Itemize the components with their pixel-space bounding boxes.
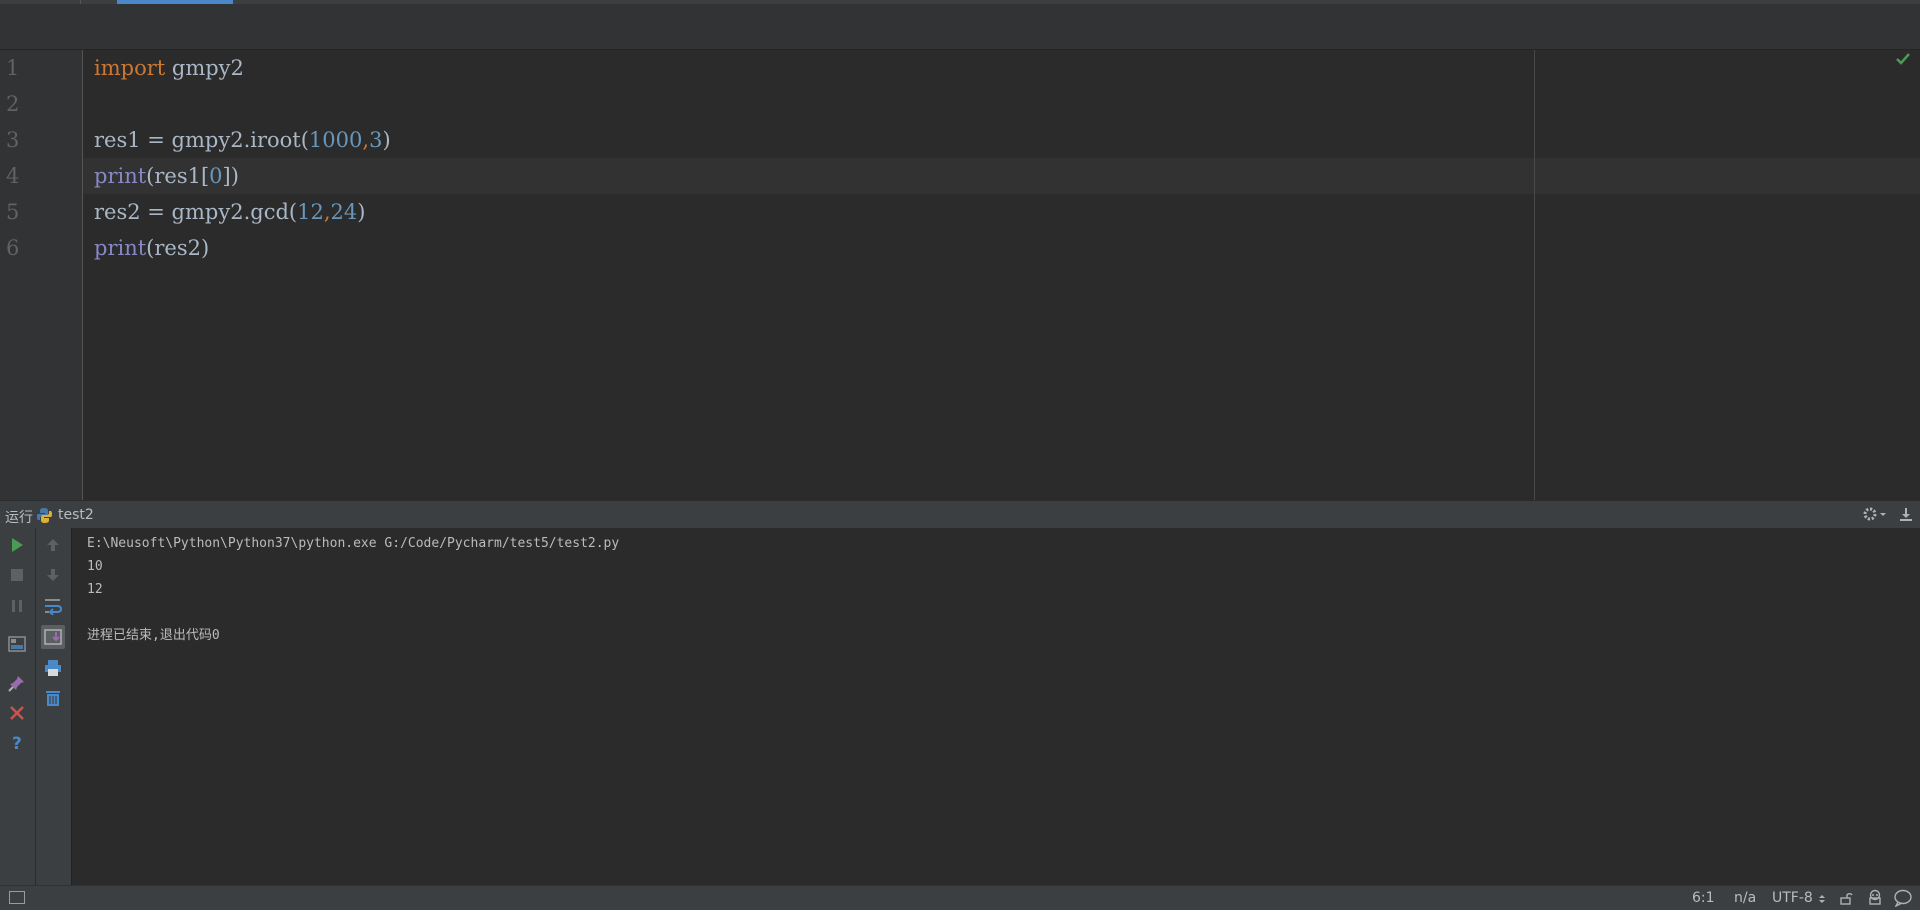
- run-config-name: test2: [58, 507, 94, 523]
- line-number-gutter: 1 2 3 4 5 6: [0, 50, 83, 500]
- code-line[interactable]: res1 = gmpy2.iroot(1000,3): [94, 122, 391, 158]
- caret-position[interactable]: 6:1: [1692, 890, 1715, 906]
- line-number: 1: [6, 56, 20, 80]
- code-token: print: [94, 164, 147, 188]
- code-token: ): [382, 128, 391, 152]
- up-stack-button[interactable]: [41, 533, 65, 557]
- pin-icon: [8, 676, 24, 692]
- code-token: ,: [323, 200, 331, 224]
- console-line: 进程已结束,退出代码0: [87, 628, 220, 643]
- console-line: E:\Neusoft\Python\Python37\python.exe G:…: [87, 536, 620, 551]
- arrow-up-icon: [47, 539, 59, 551]
- play-icon: [12, 538, 23, 552]
- code-token: res1 = gmpy2.iroot(: [94, 128, 309, 152]
- code-token: ): [357, 200, 366, 224]
- line-number: 3: [6, 128, 20, 152]
- console-actions-toolbar: [36, 528, 72, 885]
- arrow-down-icon: [47, 569, 59, 581]
- run-config-tab[interactable]: test2: [36, 506, 94, 524]
- line-number: 6: [6, 236, 20, 260]
- code-token: 0: [209, 164, 223, 188]
- restore-layout-button[interactable]: [5, 632, 29, 656]
- code-token: (res1[: [146, 164, 210, 188]
- code-line[interactable]: print(res1[0]): [94, 158, 239, 194]
- event-log-icon[interactable]: [1893, 889, 1913, 907]
- code-editor[interactable]: 123456 import gmpy2 res1 = gmpy2.iroot(10…: [0, 50, 1920, 500]
- scroll-to-end-button[interactable]: [41, 625, 65, 649]
- scroll-to-end-icon: [44, 629, 62, 645]
- trash-icon: [46, 691, 60, 706]
- rerun-button[interactable]: [5, 533, 29, 557]
- status-bar: 6:1 n/a UTF-8: [0, 885, 1920, 910]
- console-line: 10: [87, 559, 103, 574]
- code-token: res2 = gmpy2.gcd(: [94, 200, 298, 224]
- navigation-bar: [0, 4, 1920, 50]
- code-line[interactable]: import gmpy2: [94, 50, 244, 86]
- printer-icon: [45, 660, 61, 676]
- line-separator-indicator[interactable]: n/a: [1734, 890, 1756, 906]
- right-margin-guide: [1534, 50, 1535, 500]
- run-tool-window: ? E:\Neusoft\Python\Python37\python.exe …: [0, 528, 1920, 885]
- line-number: 4: [6, 164, 20, 188]
- code-token: ]): [222, 164, 239, 188]
- code-token: 3: [369, 128, 383, 152]
- code-token: 24: [330, 200, 358, 224]
- file-encoding[interactable]: UTF-8: [1772, 890, 1813, 906]
- down-stack-button[interactable]: [41, 563, 65, 587]
- inspection-ok-icon[interactable]: [1894, 50, 1912, 68]
- soft-wrap-icon: [45, 599, 63, 615]
- code-token: gmpy2: [165, 56, 244, 80]
- encoding-dropdown-icon[interactable]: [1818, 894, 1826, 904]
- code-token: import: [94, 56, 166, 80]
- help-button[interactable]: ?: [5, 731, 29, 755]
- pause-icon: [12, 600, 22, 612]
- console-line: 12: [87, 582, 103, 597]
- inspector-icon[interactable]: [1867, 889, 1883, 905]
- pin-tab-button[interactable]: [5, 671, 29, 695]
- lock-icon[interactable]: [1839, 891, 1853, 905]
- line-number: 2: [6, 92, 20, 116]
- clear-all-button[interactable]: [41, 686, 65, 710]
- stop-icon: [11, 569, 23, 581]
- line-number: 5: [6, 200, 20, 224]
- hide-panel-icon[interactable]: [1898, 506, 1914, 522]
- help-icon: ?: [12, 734, 22, 752]
- code-line[interactable]: res2 = gmpy2.gcd(12,24): [94, 194, 365, 230]
- gear-icon[interactable]: [1862, 506, 1888, 522]
- code-token: 1000: [308, 128, 363, 152]
- pause-button[interactable]: [5, 594, 29, 618]
- close-icon: [10, 706, 24, 720]
- current-line-highlight: [83, 158, 1920, 194]
- layout-icon: [8, 636, 26, 652]
- run-panel-label: 运行: [5, 510, 33, 526]
- code-token: print: [94, 236, 147, 260]
- run-tool-window-header: 运行 test2: [0, 500, 1920, 529]
- python-icon: [37, 507, 52, 523]
- code-token: (res2): [146, 236, 210, 260]
- run-actions-toolbar: ?: [0, 528, 36, 885]
- stop-button[interactable]: [5, 563, 29, 587]
- code-line[interactable]: print(res2): [94, 230, 209, 266]
- close-button[interactable]: [5, 701, 29, 725]
- code-token: 12: [297, 200, 324, 224]
- console-output[interactable]: E:\Neusoft\Python\Python37\python.exe G:…: [87, 532, 619, 647]
- tool-windows-toggle-icon[interactable]: [9, 891, 25, 904]
- svg-text:?: ?: [12, 734, 22, 752]
- soft-wrap-button[interactable]: [41, 594, 65, 618]
- print-button[interactable]: [41, 656, 65, 680]
